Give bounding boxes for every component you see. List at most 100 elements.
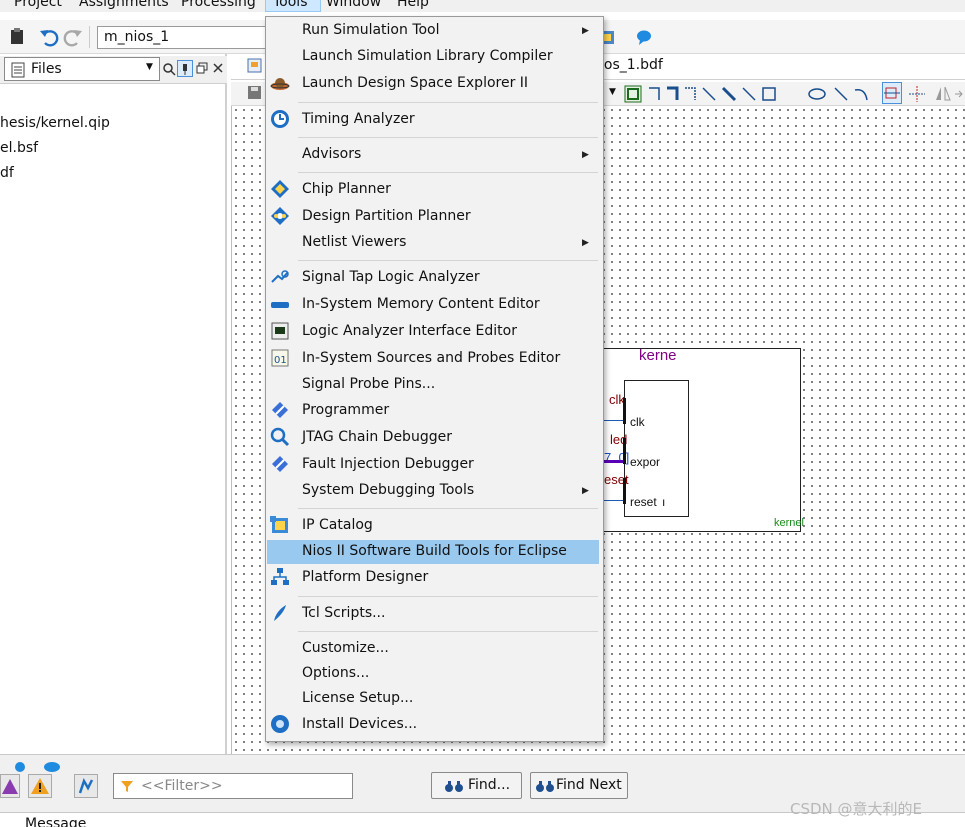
signal-tap-icon xyxy=(271,270,289,283)
menu-separator xyxy=(298,137,598,138)
port-reset: reset xyxy=(630,495,657,509)
menu-item-sources-and-probes-editor[interactable]: In-System Sources and Probes Editor xyxy=(302,350,560,366)
tab-bdf-file[interactable]: ios_1.bdf xyxy=(600,57,663,73)
symbol-title: kerne xyxy=(639,347,677,364)
float-window-icon[interactable] xyxy=(196,62,208,74)
chip-planner-icon xyxy=(271,180,289,198)
save-icon[interactable] xyxy=(247,85,263,101)
tcl-icon xyxy=(274,605,286,621)
submenu-arrow-icon: ▶ xyxy=(582,486,589,496)
search-icon[interactable] xyxy=(162,62,176,76)
menu-item-signal-tap[interactable]: Signal Tap Logic Analyzer xyxy=(302,269,480,285)
shape-tools[interactable] xyxy=(807,85,887,103)
menu-item-license-setup[interactable]: License Setup... xyxy=(302,690,413,706)
port-marker-reset xyxy=(623,478,626,504)
close-icon[interactable] xyxy=(212,62,224,74)
menu-item-signal-probe-pins[interactable]: Signal Probe Pins... xyxy=(302,376,435,392)
fault-icon xyxy=(272,456,288,472)
partial-line-icon xyxy=(884,87,900,99)
menu-tools[interactable]: Tools xyxy=(273,0,308,10)
chat-icon[interactable] xyxy=(634,27,654,47)
menu-item-launch-dse[interactable]: Launch Design Space Explorer II xyxy=(302,75,528,91)
menu-item-jtag-chain-debugger[interactable]: JTAG Chain Debugger xyxy=(302,429,452,445)
programmer-icon xyxy=(272,402,288,418)
menu-processing[interactable]: Processing xyxy=(181,0,256,10)
timing-icon xyxy=(271,110,289,128)
menu-assignments[interactable]: Assignments xyxy=(79,0,169,10)
chat-badge-icon xyxy=(44,762,60,772)
info-dot-icon xyxy=(15,762,25,772)
dse-icon xyxy=(270,78,290,90)
menu-help[interactable]: Help xyxy=(397,0,429,10)
menu-item-system-debugging-tools[interactable]: System Debugging Tools xyxy=(302,482,474,498)
pin-icon xyxy=(183,64,187,75)
menu-item-memory-content-editor[interactable]: In-System Memory Content Editor xyxy=(302,296,540,312)
toolbar-divider xyxy=(89,26,90,48)
menu-item-fault-injection-debugger[interactable]: Fault Injection Debugger xyxy=(302,456,474,472)
svg-text:01: 01 xyxy=(274,355,287,366)
menu-item-programmer[interactable]: Programmer xyxy=(302,402,389,418)
port-mark: ı xyxy=(662,495,666,509)
menu-item-tcl-scripts[interactable]: Tcl Scripts... xyxy=(302,605,385,621)
project-combo[interactable]: m_nios_1 xyxy=(97,26,267,49)
message-column-header[interactable]: Message xyxy=(25,816,86,827)
menu-item-nios-ii-sbt-eclipse[interactable]: Nios II Software Build Tools for Eclipse xyxy=(302,543,567,559)
wire-led-bus xyxy=(603,460,625,463)
paste-icon[interactable] xyxy=(0,27,28,47)
file-item[interactable]: hesis/kernel.qip xyxy=(0,115,110,131)
file-item[interactable]: el.bsf xyxy=(0,140,38,156)
symbol-instance-name: kernel xyxy=(774,517,804,529)
menu-window[interactable]: Window xyxy=(326,0,381,10)
probe-01-icon: 01 xyxy=(271,349,289,367)
flag-icon xyxy=(78,777,94,794)
warning-filter[interactable] xyxy=(28,774,52,798)
suppress-filter[interactable] xyxy=(74,774,98,798)
pin-toggle[interactable] xyxy=(177,60,193,77)
critical-warning-icon xyxy=(2,779,18,794)
menu-item-run-simulation-tool[interactable]: Run Simulation Tool xyxy=(302,22,440,38)
binoculars-icon xyxy=(536,781,554,792)
menu-project[interactable]: Project xyxy=(14,0,62,10)
file-item[interactable]: df xyxy=(0,165,14,181)
menu-item-advisors[interactable]: Advisors xyxy=(302,146,361,162)
menu-item-ip-catalog[interactable]: IP Catalog xyxy=(302,517,373,533)
bdf-file-icon xyxy=(247,58,262,73)
port-marker-clk xyxy=(623,398,626,424)
filter-placeholder: <<Filter>> xyxy=(141,778,223,794)
warning-icon xyxy=(31,778,49,794)
find-button[interactable]: Find... xyxy=(431,772,522,799)
menu-item-launch-simulation-library-compiler[interactable]: Launch Simulation Library Compiler xyxy=(302,48,553,64)
find-button-label: Find... xyxy=(468,777,511,793)
menu-item-customize[interactable]: Customize... xyxy=(302,640,389,656)
undo-icon[interactable] xyxy=(38,26,60,48)
rubberband-icon[interactable] xyxy=(908,85,926,103)
menu-item-design-partition-planner[interactable]: Design Partition Planner xyxy=(302,208,471,224)
menu-item-timing-analyzer[interactable]: Timing Analyzer xyxy=(302,111,415,127)
submenu-arrow-icon: ▶ xyxy=(582,150,589,160)
find-next-button[interactable]: Find Next xyxy=(530,772,628,799)
watermark: CSDN @意大利的E xyxy=(790,800,923,818)
menu-item-platform-designer[interactable]: Platform Designer xyxy=(302,569,428,585)
select-rect-icon[interactable] xyxy=(624,85,642,103)
menu-item-options[interactable]: Options... xyxy=(302,665,369,681)
menu-item-chip-planner[interactable]: Chip Planner xyxy=(302,181,391,197)
platform-designer-icon xyxy=(271,568,289,585)
orthogonal-line-tools[interactable] xyxy=(647,85,787,103)
partial-line-toggle[interactable] xyxy=(882,82,902,104)
menu-item-install-devices[interactable]: Install Devices... xyxy=(302,716,417,732)
menu-separator xyxy=(298,102,598,103)
lai-icon xyxy=(271,322,289,340)
files-view-combo[interactable]: Files ▼ xyxy=(4,57,160,81)
critical-warning-filter[interactable] xyxy=(0,774,20,798)
project-navigator xyxy=(0,54,227,754)
flip-icon[interactable] xyxy=(935,85,963,103)
message-filter-input[interactable]: <<Filter>> xyxy=(113,773,353,799)
redo-icon[interactable] xyxy=(62,26,84,48)
port-export: expor xyxy=(630,455,661,469)
menu-separator xyxy=(298,596,598,597)
menu-item-netlist-viewers[interactable]: Netlist Viewers xyxy=(302,234,406,250)
menu-separator xyxy=(298,260,598,261)
menu-item-logic-analyzer-interface-editor[interactable]: Logic Analyzer Interface Editor xyxy=(302,323,517,339)
chevron-down-icon[interactable]: ▼ xyxy=(609,87,616,97)
wire-clk xyxy=(603,420,625,421)
